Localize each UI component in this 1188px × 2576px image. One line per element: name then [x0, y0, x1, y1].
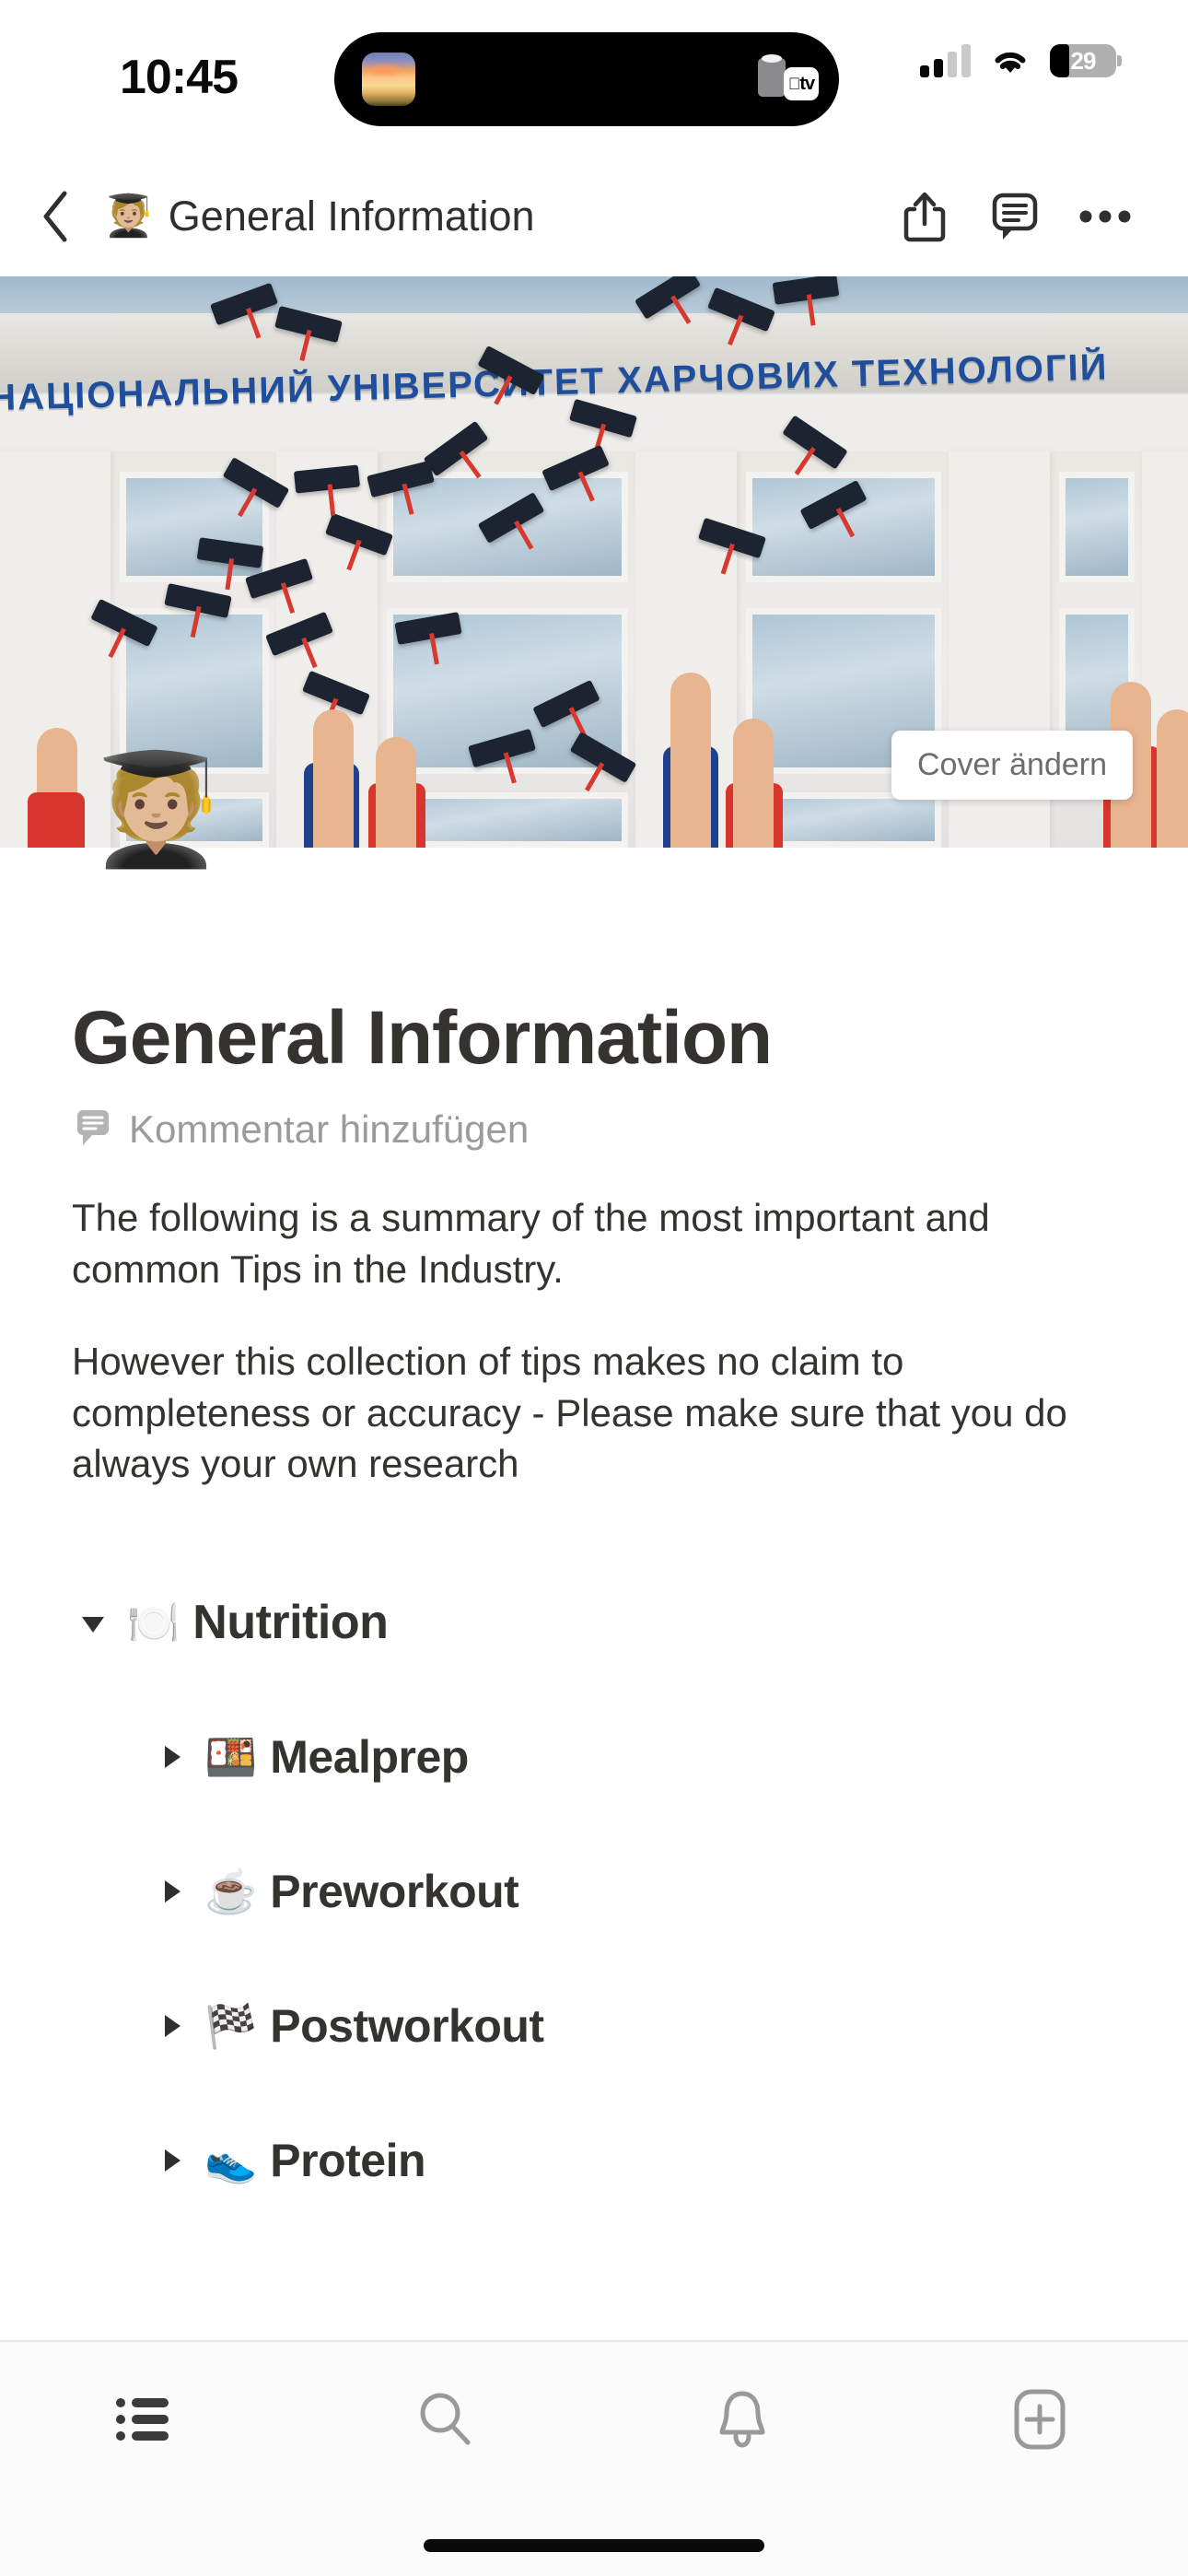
share-button[interactable] — [899, 189, 950, 244]
album-artwork-thumbnail — [362, 53, 415, 106]
status-bar-indicators: 29 — [920, 44, 1122, 77]
cellular-signal-icon — [920, 44, 971, 77]
toggle-label: Mealprep — [270, 1731, 469, 1784]
tab-add[interactable] — [891, 2342, 1188, 2497]
toggle-protein[interactable]: 👟 Protein — [149, 2116, 1188, 2205]
navigation-bar: 🧑🏼‍🎓 General Information — [0, 157, 1188, 276]
toggle-preworkout[interactable]: ☕ Preworkout — [149, 1847, 1188, 1936]
tab-list[interactable] — [0, 2342, 297, 2497]
toggle-label: Nutrition — [192, 1596, 389, 1650]
triangle-right-icon[interactable] — [149, 1870, 192, 1913]
add-comment-label: Kommentar hinzufügen — [129, 1107, 530, 1151]
ellipsis-icon — [1079, 210, 1131, 223]
app-screen: 10:45 tv 29 — [0, 0, 1188, 2576]
nav-actions — [899, 189, 1188, 244]
triangle-right-icon[interactable] — [149, 2005, 192, 2047]
apple-tv-label: tv — [794, 73, 815, 94]
battery-icon: 29 — [1050, 44, 1122, 77]
home-indicator — [424, 2539, 764, 2552]
plus-square-icon — [1014, 2389, 1066, 2450]
list-icon — [116, 2398, 169, 2441]
battery-percent-label: 29 — [1070, 46, 1097, 75]
add-comment-row[interactable]: Kommentar hinzufügen — [76, 1107, 1188, 1152]
back-button[interactable] — [13, 174, 98, 259]
page-content: General Information Kommentar hinzufügen… — [0, 848, 1188, 2205]
status-bar: 10:45 tv 29 — [0, 0, 1188, 157]
apple-tv-icon: tv — [758, 54, 819, 102]
comment-icon — [76, 1108, 111, 1152]
nav-title: General Information — [168, 193, 535, 240]
tab-notifications[interactable] — [594, 2342, 891, 2497]
paragraph-1[interactable]: The following is a summary of the most i… — [72, 1192, 1116, 1295]
page-title[interactable]: General Information — [72, 995, 1188, 1082]
bell-icon — [719, 2391, 765, 2448]
tab-search[interactable] — [297, 2342, 595, 2497]
status-bar-clock: 10:45 — [120, 51, 239, 104]
search-icon — [420, 2393, 471, 2445]
dynamic-island[interactable]: tv — [334, 32, 839, 126]
comments-button[interactable] — [989, 189, 1041, 244]
toggle-postworkout[interactable]: 🏁 Postworkout — [149, 1982, 1188, 2070]
toggle-emoji: 🍱 — [204, 1733, 258, 1782]
toggle-emoji: ☕ — [204, 1868, 258, 1916]
toggle-label: Postworkout — [270, 2000, 544, 2053]
toggle-nutrition[interactable]: 🍽️ Nutrition — [72, 1578, 1188, 1667]
wifi-icon — [989, 45, 1031, 76]
more-button[interactable] — [1079, 189, 1131, 244]
chevron-left-icon — [43, 191, 67, 242]
toggle-list: 🍽️ Nutrition 🍱 Mealprep ☕ Preworkout 🏁 P… — [0, 1578, 1188, 2205]
triangle-right-icon[interactable] — [149, 1736, 192, 1778]
nav-page-emoji: 🧑🏼‍🎓 — [103, 193, 154, 239]
toggle-emoji: 🍽️ — [127, 1598, 181, 1647]
toggle-label: Protein — [270, 2135, 426, 2187]
change-cover-button[interactable]: Cover ändern — [891, 731, 1133, 800]
toggle-emoji: 🏁 — [204, 2002, 258, 2051]
bottom-tab-bar — [0, 2340, 1188, 2576]
toggle-emoji: 👟 — [204, 2137, 258, 2185]
triangle-right-icon[interactable] — [149, 2139, 192, 2182]
comment-icon — [992, 193, 1038, 240]
paragraph-2[interactable]: However this collection of tips makes no… — [72, 1336, 1116, 1491]
triangle-down-icon[interactable] — [72, 1601, 114, 1644]
toggle-mealprep[interactable]: 🍱 Mealprep — [149, 1713, 1188, 1801]
page-icon-emoji[interactable]: 🧑🏼‍🎓 — [88, 755, 224, 864]
share-icon — [903, 192, 946, 242]
toggle-label: Preworkout — [270, 1866, 519, 1918]
